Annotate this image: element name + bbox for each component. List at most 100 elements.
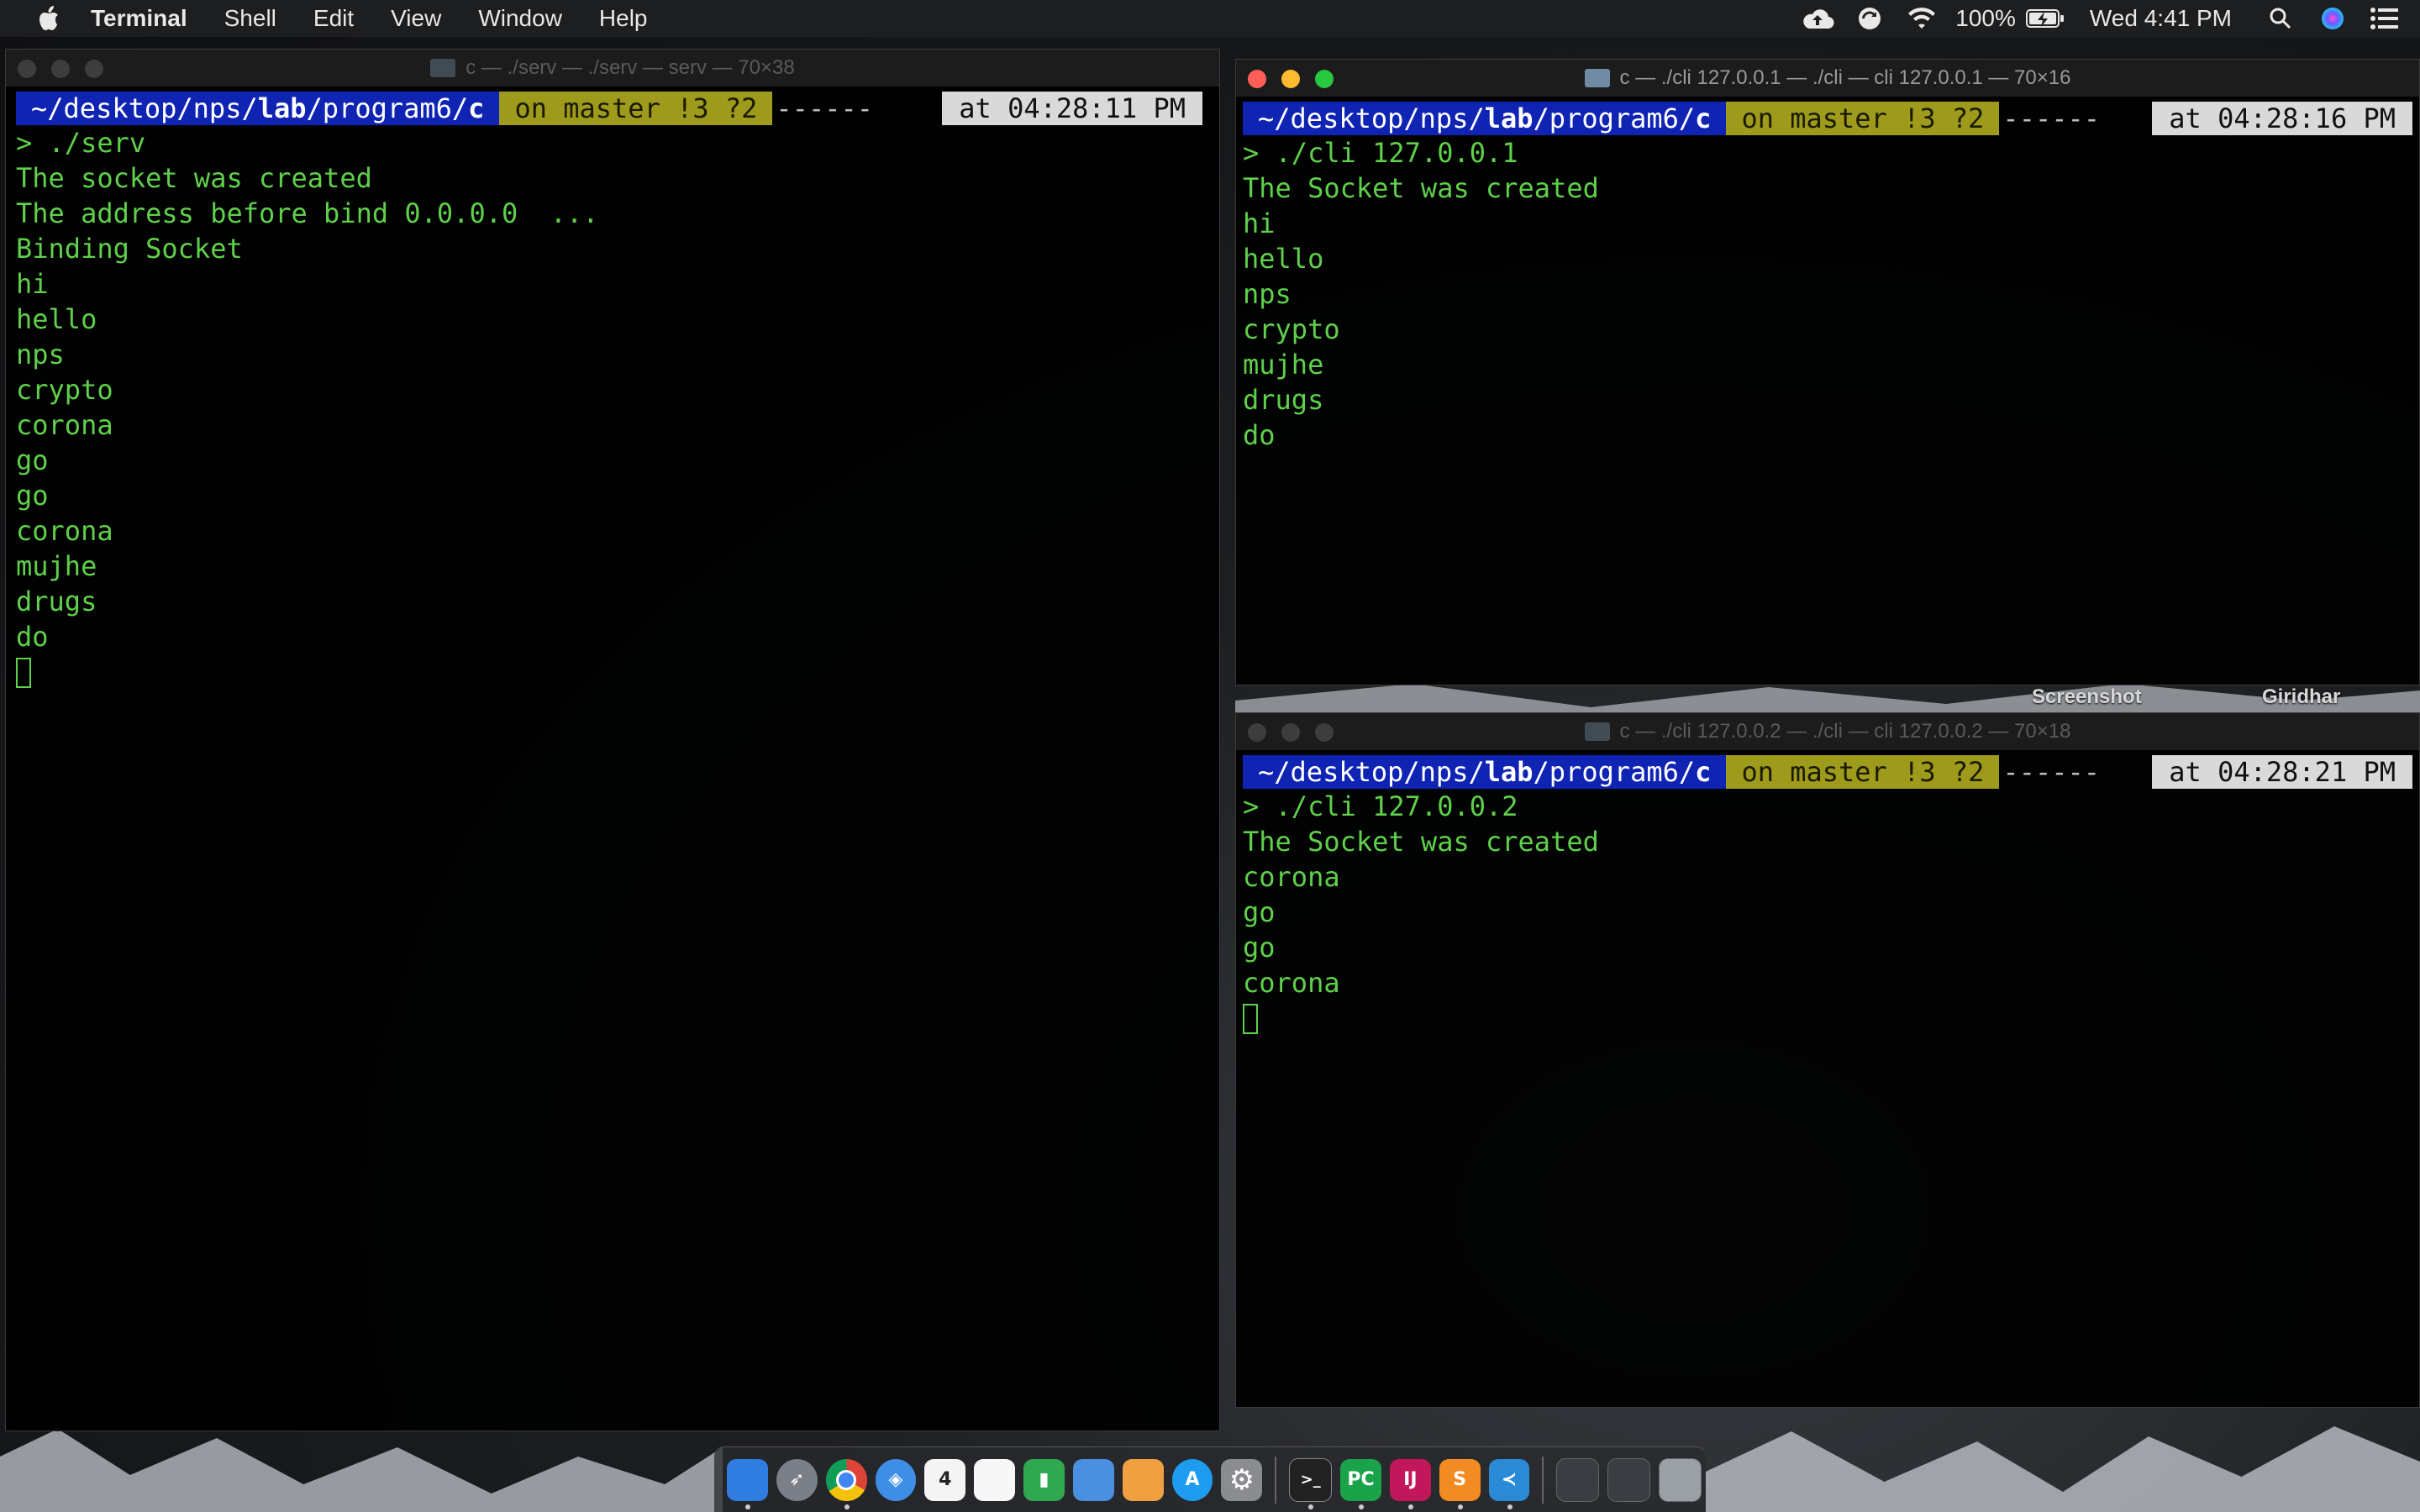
running-indicator [1507,1504,1512,1509]
menu-bar-status: 100% Wed 4:41 PM [1799,0,2420,37]
window-title: c — ./cli 127.0.0.1 — ./cli — cli 127.0.… [1619,66,2071,89]
apple-menu-icon[interactable] [32,0,66,37]
output-line: hi [16,268,49,300]
prompt-filler: ------ [2002,102,2101,134]
output-line: corona [1243,967,1340,999]
traffic-lights [1248,70,1334,88]
close-button[interactable] [1248,723,1266,742]
prompt-filler: ------ [2002,756,2101,788]
prompt-path: ~/desktop/nps/lab/program6/c [1243,102,1727,135]
siri-icon[interactable] [2314,0,2351,37]
keynote-icon[interactable] [1072,1458,1114,1501]
minimize-button[interactable] [51,60,70,78]
output-line: go [16,480,49,512]
terminal-window-serv[interactable]: c — ./serv — ./serv — serv — 70×38 ~/des… [5,49,1220,1431]
zoom-button[interactable] [1315,70,1334,88]
pycharm-icon[interactable]: PC [1340,1458,1381,1509]
list-icon[interactable] [974,1458,1016,1501]
output-line: hi [1243,207,1276,239]
desktop-item-screenshot[interactable]: Screenshot [2032,685,2142,709]
pen-icon[interactable] [1122,1458,1164,1501]
text-cursor [1243,1004,1258,1034]
running-indicator [844,1504,850,1509]
output-line: corona [16,515,113,547]
clock[interactable]: Wed 4:41 PM [2090,5,2232,32]
prompt-bar: ~/desktop/nps/lab/program6/c on master !… [16,92,1202,125]
menu-bar: Terminal Shell Edit View Window Help 100… [0,0,2420,37]
output-line: mujhe [1243,349,1324,381]
close-button[interactable] [18,60,36,78]
output-line: nps [16,339,65,370]
downloads-stack-icon[interactable] [1556,1457,1600,1502]
chrome-center [836,1469,857,1490]
prompt-time: at 04:28:21 PM [2152,755,2412,789]
prompt-time: at 04:28:11 PM [942,92,1202,125]
command-line: > ./cli 127.0.0.2 [1243,790,1518,822]
menu-app-name[interactable]: Terminal [91,5,187,32]
folder-icon [430,59,456,77]
cloud-upload-icon[interactable] [1799,0,1836,37]
desktop-item-giridhar[interactable]: Giridhar [2262,685,2340,709]
gear-icon[interactable]: ⚙ [1221,1458,1263,1501]
terminal-content[interactable]: ~/desktop/nps/lab/program6/c on master !… [16,92,1202,1431]
output-line: drugs [16,585,97,617]
calendar-icon[interactable]: 4 [924,1458,966,1501]
dock-separator [1542,1456,1544,1504]
terminal-window-cli-2[interactable]: c — ./cli 127.0.0.2 — ./cli — cli 127.0.… [1235,712,2420,1408]
menu-edit[interactable]: Edit [313,5,354,32]
text-cursor [16,658,31,688]
minimize-button[interactable] [1281,70,1300,88]
terminal-content[interactable]: ~/desktop/nps/lab/program6/c on master !… [1243,102,2412,685]
menu-shell[interactable]: Shell [224,5,276,32]
sync-icon[interactable] [1851,0,1888,37]
prompt-git-status: on master !3 ?2 [1726,102,2000,135]
output-line: The socket was created [16,162,372,194]
zoom-button[interactable] [85,60,103,78]
close-button[interactable] [1248,70,1266,88]
prompt-bar: ~/desktop/nps/lab/program6/c on master !… [1243,755,2412,789]
wallpaper-shape [0,1429,723,1512]
chart-icon[interactable]: ▮ [1023,1458,1065,1501]
prompt-git-status: on master !3 ?2 [499,92,773,125]
output-line: go [1243,932,1276,963]
window-titlebar[interactable]: c — ./cli 127.0.0.1 — ./cli — cli 127.0.… [1236,60,2419,97]
prompt-filler: ------ [776,92,874,124]
search-icon[interactable] [2262,0,2299,37]
zoom-button[interactable] [1315,723,1334,742]
output-line: corona [16,409,113,441]
appstore-icon[interactable]: A [1171,1458,1213,1501]
terminal-content[interactable]: ~/desktop/nps/lab/program6/c on master !… [1243,755,2412,1407]
terminal-icon[interactable]: >_ [1289,1457,1333,1509]
battery-charging-icon[interactable] [2024,0,2066,37]
menu-help[interactable]: Help [599,5,648,32]
menu-window[interactable]: Window [478,5,562,32]
notification-center-icon[interactable] [2366,0,2403,37]
folder-icon [1584,722,1610,741]
wifi-icon[interactable] [1903,0,1940,37]
finder-icon[interactable] [727,1458,768,1509]
window-titlebar[interactable]: c — ./serv — ./serv — serv — 70×38 [6,50,1219,87]
wallpaper-shape [1235,684,2420,714]
terminal-window-cli-1[interactable]: c — ./cli 127.0.0.1 — ./cli — cli 127.0.… [1235,59,2420,685]
chrome-icon[interactable] [825,1458,867,1509]
output-line: go [1243,896,1276,928]
dock-separator [1275,1456,1277,1504]
menu-view[interactable]: View [391,5,441,32]
battery-percent: 100% [1955,5,2016,31]
output-line: drugs [1243,384,1324,416]
documents-stack-icon[interactable] [1607,1457,1651,1502]
output-line: The Socket was created [1243,172,1599,204]
minimize-button[interactable] [1281,723,1300,742]
window-title: c — ./serv — ./serv — serv — 70×38 [466,56,795,79]
output-line: crypto [16,374,113,406]
traffic-lights [1248,723,1334,742]
rocket-icon[interactable]: ➶ [776,1458,818,1501]
vscode-icon[interactable]: ≺ [1488,1458,1530,1509]
compass-icon[interactable]: ◈ [875,1458,917,1501]
trash-icon[interactable] [1659,1457,1702,1502]
prompt-path: ~/desktop/nps/lab/program6/c [16,92,500,125]
window-titlebar[interactable]: c — ./cli 127.0.0.2 — ./cli — cli 127.0.… [1236,713,2419,750]
output-line: corona [1243,861,1340,893]
intellij-icon[interactable]: IJ [1389,1458,1431,1509]
sublime-icon[interactable]: S [1439,1458,1481,1509]
